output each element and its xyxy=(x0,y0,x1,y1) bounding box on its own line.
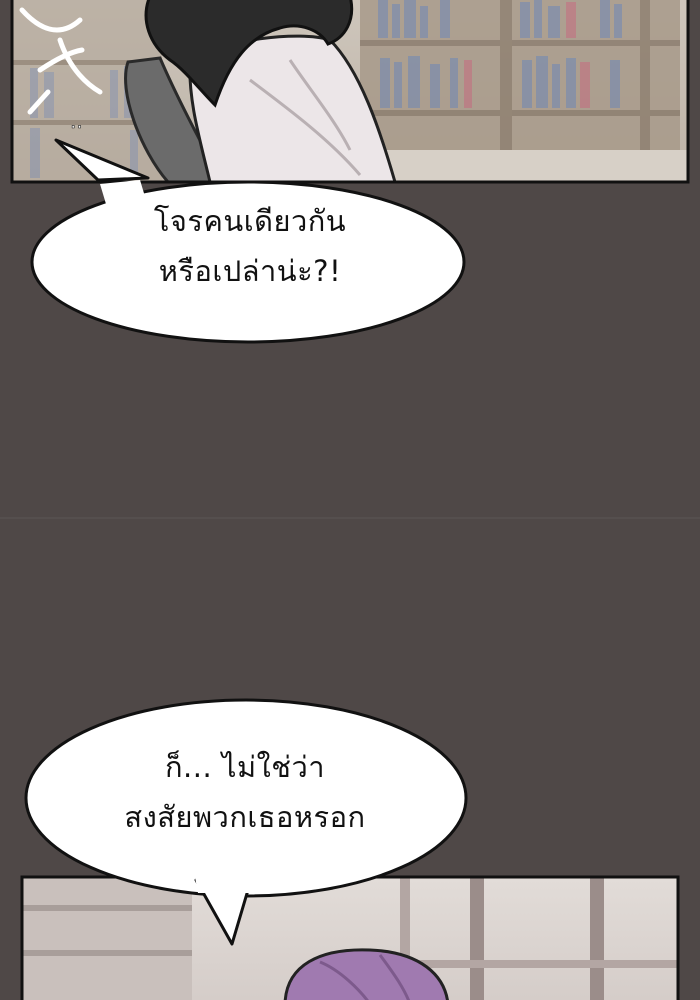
speech-bubble-1-text: โจรคนเดียวกัน หรือเปล่าน่ะ?! xyxy=(40,196,460,296)
comic-page: .. xyxy=(10,0,690,1000)
bubble-1-line-2: หรือเปล่าน่ะ?! xyxy=(158,254,342,288)
bubble-1-line-1: โจรคนเดียวกัน xyxy=(153,204,347,238)
sfx-dots: .. xyxy=(70,109,83,133)
bubble-2-line-1: ก็... ไม่ใช่ว่า xyxy=(164,750,326,784)
bubble-2-line-2: สงสัยพวกเธอหรอก xyxy=(124,800,366,834)
table xyxy=(380,150,688,182)
bookshelves xyxy=(360,0,680,150)
bottom-panel xyxy=(20,875,680,1000)
speech-bubble-2-text: ก็... ไม่ใช่ว่า สงสัยพวกเธอหรอก xyxy=(30,742,460,842)
top-panel: .. xyxy=(10,0,690,184)
panel-gutter-divider xyxy=(0,517,700,519)
